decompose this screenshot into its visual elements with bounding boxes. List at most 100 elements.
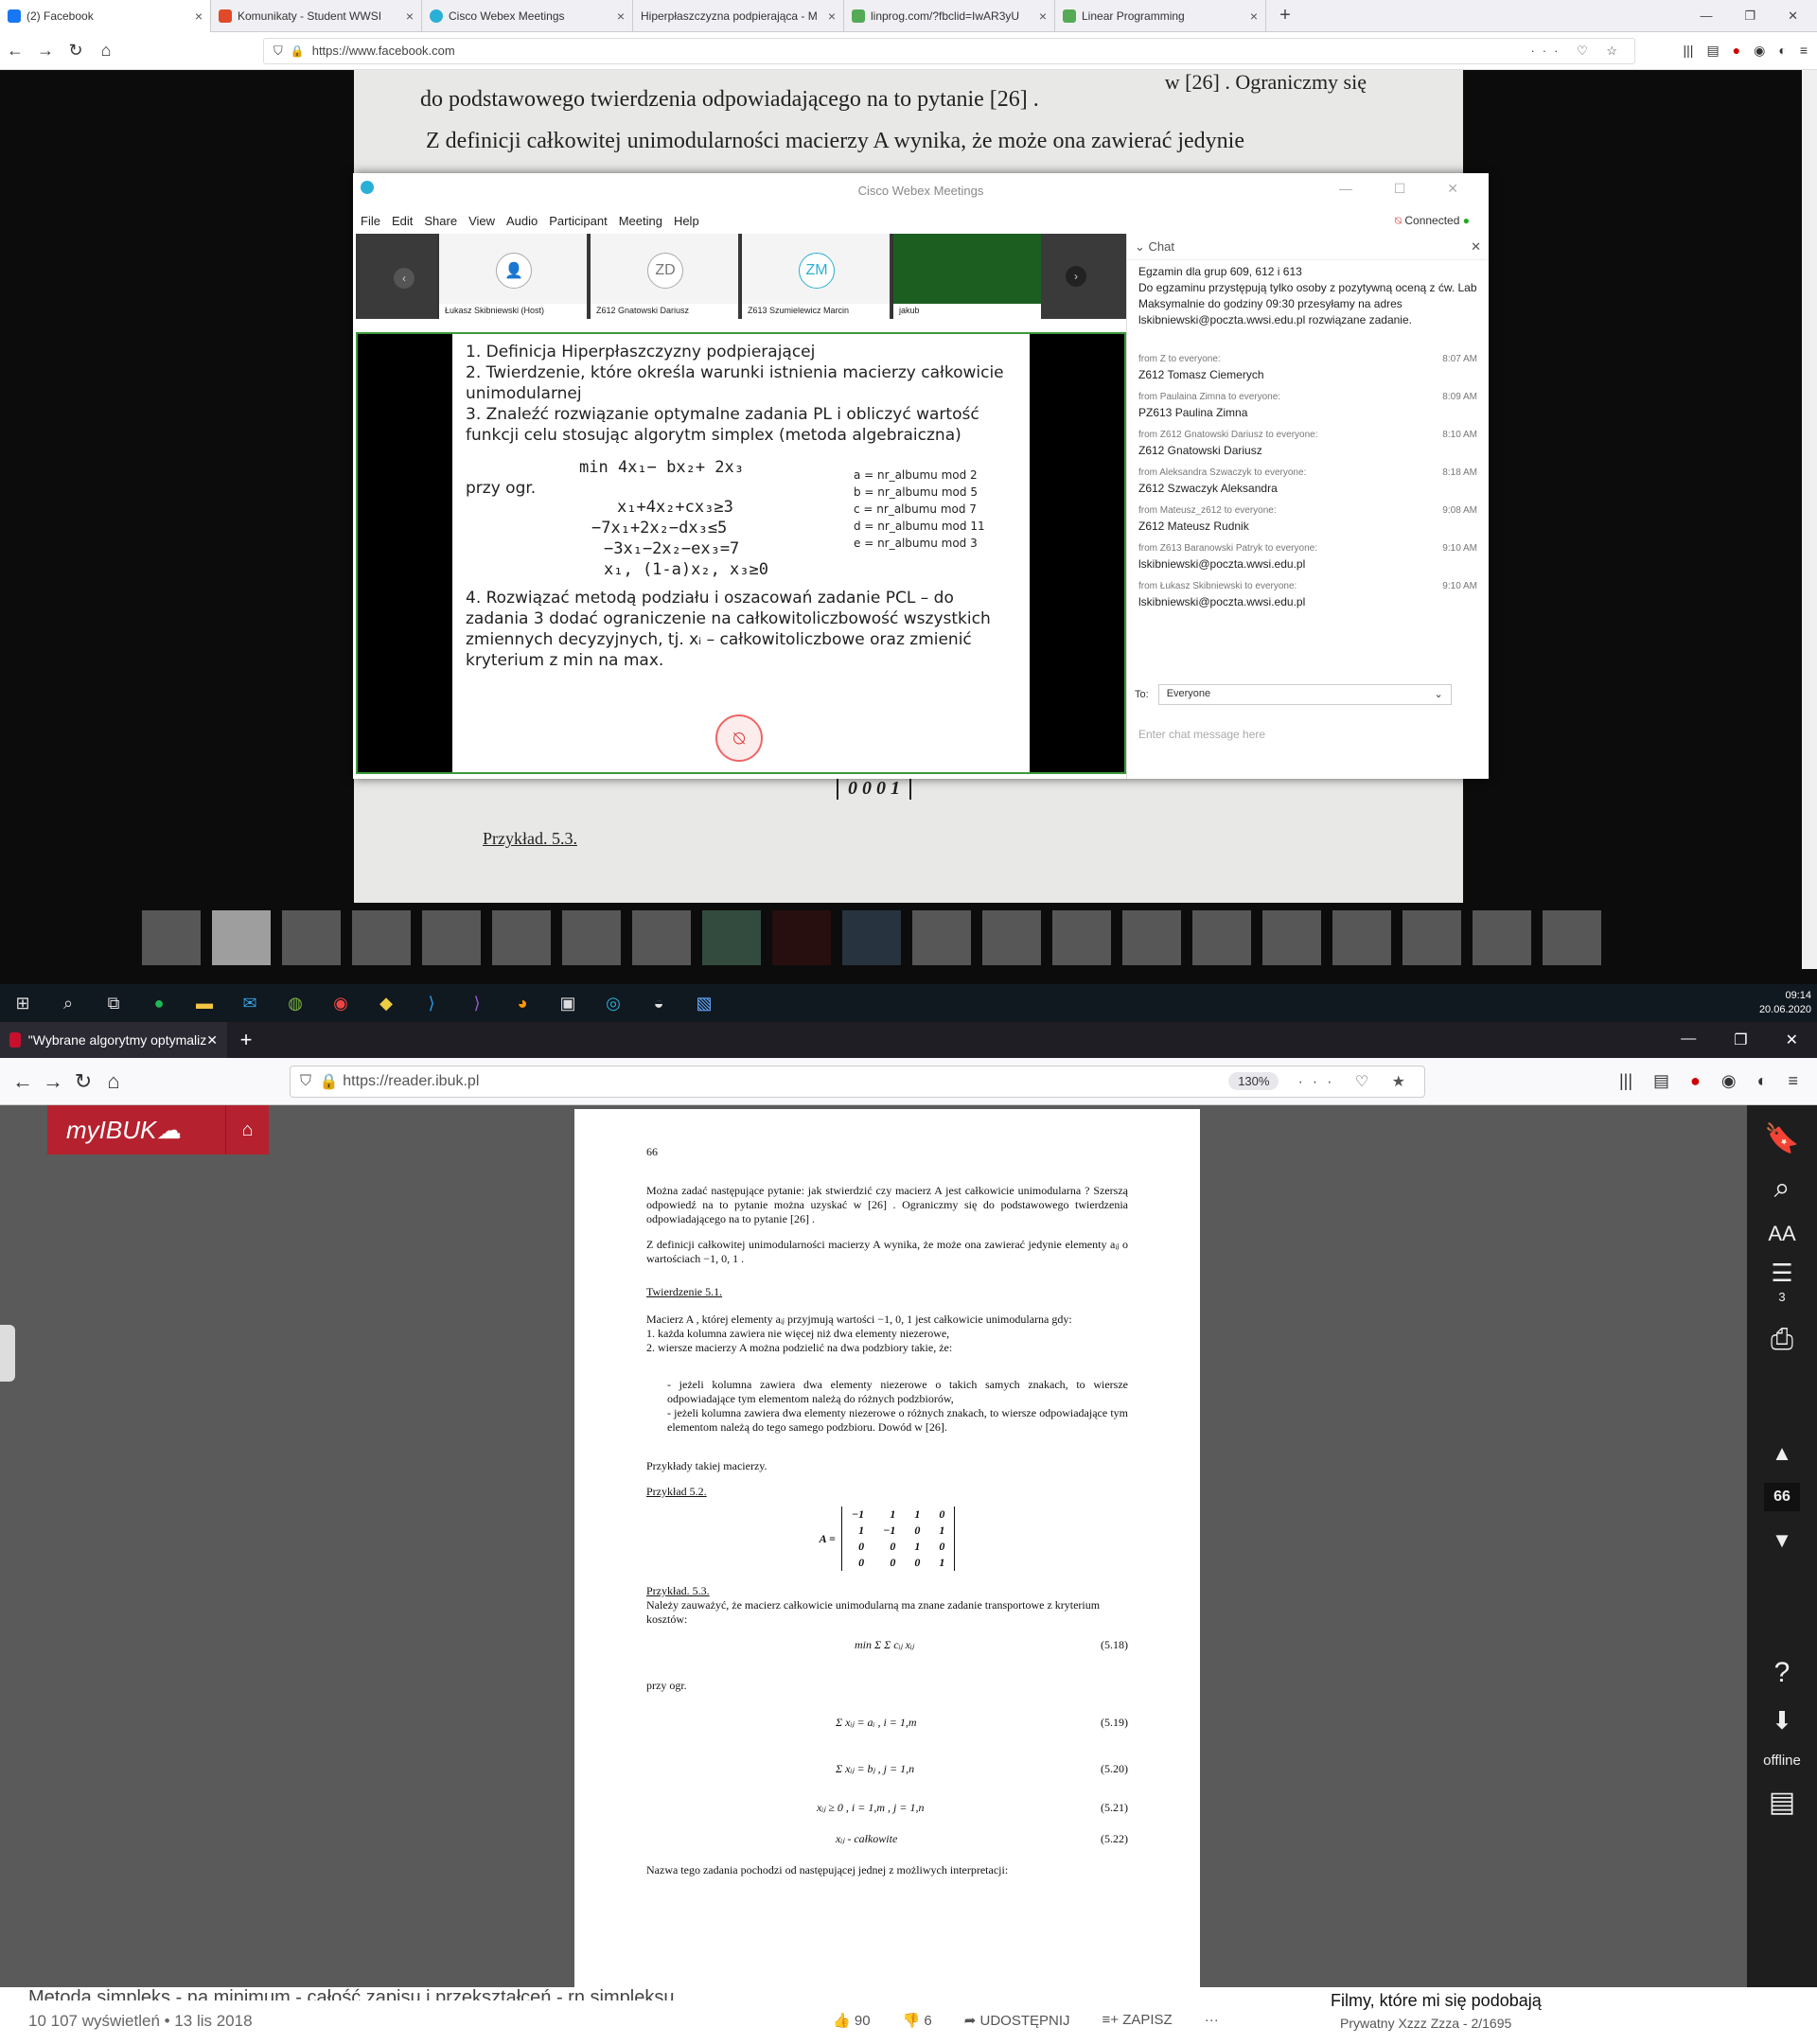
thumbnail[interactable] <box>492 910 551 965</box>
app-icon[interactable]: ◒ <box>636 984 681 1022</box>
app-icon[interactable]: ◆ <box>363 984 409 1022</box>
forward-icon[interactable]: → <box>38 1069 68 1094</box>
extension-icon[interactable]: ◐ <box>1778 43 1786 59</box>
reload-icon[interactable]: ↻ <box>61 41 91 61</box>
prev-icon[interactable]: ‹ <box>394 268 415 289</box>
reload-icon[interactable]: ↻ <box>68 1069 98 1094</box>
participant-tile[interactable]: ZM Z613 Szumielewicz Marcin <box>740 234 890 319</box>
task-view-icon[interactable]: ⧉ <box>91 984 136 1022</box>
ibuk-logo[interactable]: myIBUK ☁ ⌂ <box>47 1105 269 1154</box>
thumbnail[interactable] <box>422 910 481 965</box>
account-icon[interactable]: ◉ <box>1754 43 1765 59</box>
menu-help[interactable]: Help <box>674 214 699 228</box>
current-page[interactable]: 66 <box>1764 1483 1800 1511</box>
tab-komunikaty[interactable]: Komunikaty - Student WWSI × <box>211 0 422 32</box>
thumbnail[interactable] <box>562 910 621 965</box>
toc-handle[interactable] <box>0 1325 15 1382</box>
thumbnail[interactable] <box>982 910 1041 965</box>
menu-icon[interactable]: ≡ <box>1800 43 1808 59</box>
close-icon[interactable]: ✕ <box>206 1032 218 1048</box>
menu-share[interactable]: Share <box>424 214 457 228</box>
close-icon[interactable]: × <box>617 9 625 24</box>
participant-tile[interactable]: jakub <box>891 234 1041 319</box>
app-icon[interactable]: ◍ <box>273 984 318 1022</box>
notes-icon[interactable]: ▤ <box>1769 1786 1795 1819</box>
extension-icon[interactable]: ◐ <box>1757 1071 1768 1091</box>
thumbnail[interactable] <box>912 910 971 965</box>
library-icon[interactable]: ||| <box>1619 1071 1632 1091</box>
page-down-icon[interactable]: ▼ <box>1772 1528 1792 1553</box>
thumbnail[interactable] <box>212 910 271 965</box>
like-button[interactable]: 👍 90 <box>833 2012 871 2029</box>
recipient-select[interactable]: Everyone ⌄ <box>1157 684 1452 705</box>
back-icon[interactable]: ← <box>8 1069 38 1094</box>
spotify-icon[interactable]: ● <box>136 984 182 1022</box>
menu-audio[interactable]: Audio <box>506 214 538 228</box>
maximize-icon[interactable]: ❐ <box>1744 9 1755 24</box>
collapse-icon[interactable]: ⌄ <box>1135 239 1145 255</box>
thumbnail[interactable] <box>1192 910 1251 965</box>
adblock-icon[interactable]: ● <box>1733 43 1740 59</box>
more-icon[interactable]: ··· <box>1205 2012 1219 2029</box>
tab-ibuk[interactable]: "Wybrane algorytmy optymaliz ✕ <box>0 1022 227 1058</box>
menu-edit[interactable]: Edit <box>392 214 413 228</box>
thumbnail[interactable] <box>702 910 761 965</box>
toc-icon[interactable]: ☰ 3 <box>1771 1260 1792 1307</box>
thumbnail[interactable] <box>1052 910 1111 965</box>
page-actions-icon[interactable]: ··· ♡ ☆ <box>1530 44 1625 59</box>
forward-icon[interactable]: → <box>30 41 61 61</box>
thumbnail[interactable] <box>282 910 341 965</box>
page-up-icon[interactable]: ▲ <box>1772 1441 1792 1466</box>
tab-facebook[interactable]: (2) Facebook × <box>0 0 211 32</box>
home-icon[interactable]: ⌂ <box>225 1105 269 1154</box>
chat-input[interactable]: Enter chat message here <box>1138 728 1265 741</box>
minimize-icon[interactable]: — <box>1681 1031 1696 1049</box>
zoom-badge[interactable]: 130% <box>1228 1072 1279 1090</box>
thumbnail[interactable] <box>1262 910 1321 965</box>
thumbnail[interactable] <box>632 910 691 965</box>
webex-icon[interactable]: ◎ <box>591 984 636 1022</box>
thumbnail[interactable] <box>1332 910 1391 965</box>
firefox-icon[interactable]: ◕ <box>500 984 545 1022</box>
help-icon[interactable]: ? <box>1774 1657 1791 1689</box>
menu-view[interactable]: View <box>468 214 495 228</box>
adblock-icon[interactable]: ● <box>1690 1071 1701 1091</box>
thumbnail[interactable] <box>1473 910 1531 965</box>
thumbnail[interactable] <box>352 910 411 965</box>
share-button[interactable]: ➦ UDOSTĘPNIJ <box>964 2012 1070 2029</box>
search-icon[interactable]: ⌕ <box>45 984 91 1022</box>
visual-studio-icon[interactable]: ⟩ <box>454 984 500 1022</box>
sidebar-icon[interactable]: ▤ <box>1706 43 1719 59</box>
participant-tile[interactable]: ZD Z612 Gnatowski Dariusz <box>589 234 738 319</box>
dislike-button[interactable]: 👎 6 <box>903 2012 932 2029</box>
close-icon[interactable]: × <box>1250 9 1258 24</box>
thumbnail[interactable] <box>1543 910 1601 965</box>
font-size-icon[interactable]: AA <box>1768 1222 1795 1246</box>
maximize-icon[interactable]: ❐ <box>1734 1031 1747 1049</box>
thumbnail[interactable] <box>772 910 831 965</box>
url-bar[interactable]: ⛉ 🔒 https://reader.ibuk.pl 130% ··· ♡ ★ <box>290 1065 1425 1098</box>
library-icon[interactable]: ||| <box>1684 43 1694 59</box>
thumbnail[interactable] <box>1402 910 1461 965</box>
close-icon[interactable]: ✕ <box>1471 239 1481 255</box>
account-icon[interactable]: ◉ <box>1721 1071 1737 1091</box>
search-icon[interactable]: ⌕ <box>1774 1172 1791 1205</box>
tab-hiperplaszczyzna[interactable]: Hiperpłaszczyzna podpierająca - M × <box>633 0 844 32</box>
close-icon[interactable]: × <box>1039 9 1047 24</box>
chrome-icon[interactable]: ◉ <box>318 984 363 1022</box>
app-icon[interactable]: ▣ <box>545 984 591 1022</box>
home-icon[interactable]: ⌂ <box>91 41 121 61</box>
tab-linprog[interactable]: linprog.com/?fbclid=IwAR3yU × <box>844 0 1055 32</box>
close-icon[interactable]: × <box>828 9 836 24</box>
close-icon[interactable]: × <box>406 9 414 24</box>
vscode-icon[interactable]: ⟩ <box>409 984 454 1022</box>
bookmark-icon[interactable]: 🔖 <box>1764 1122 1799 1155</box>
start-icon[interactable]: ⊞ <box>0 984 45 1022</box>
url-bar[interactable]: ⛉ 🔒 https://www.facebook.com ··· ♡ ☆ <box>263 37 1635 64</box>
next-icon[interactable]: › <box>1066 266 1086 287</box>
sidebar-icon[interactable]: ▤ <box>1653 1071 1669 1091</box>
mute-button[interactable]: ⍉ <box>715 714 763 762</box>
participant-tile[interactable]: 👤 Łukasz Skibniewski (Host) <box>437 234 587 319</box>
menu-icon[interactable]: ≡ <box>1788 1071 1798 1091</box>
menu-participant[interactable]: Participant <box>549 214 607 228</box>
